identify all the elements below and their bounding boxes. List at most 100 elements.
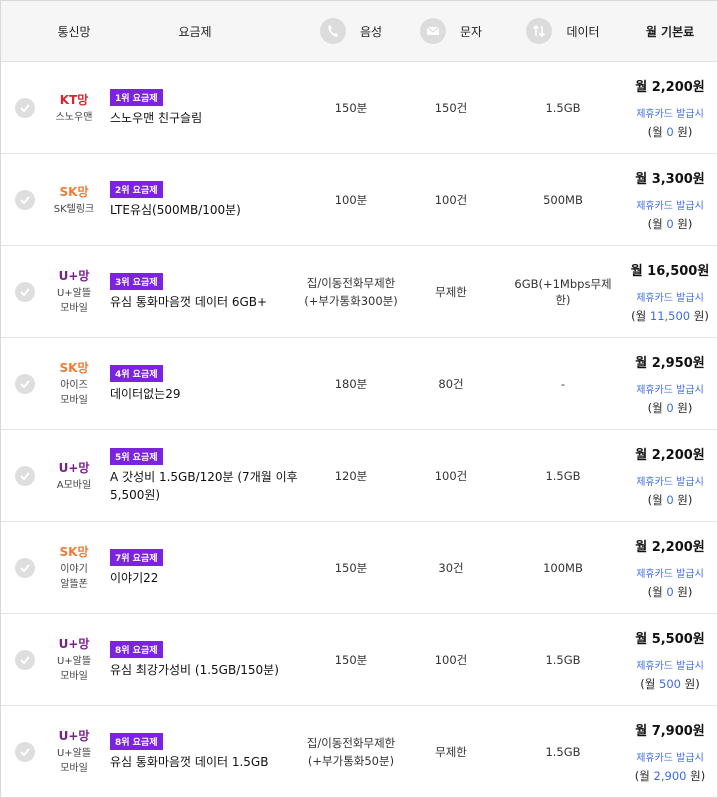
discounted-fee: (월 0 원) xyxy=(648,216,693,232)
card-discount-link[interactable]: 제휴카드 발급시 xyxy=(636,657,704,672)
plan-name[interactable]: 이야기22 xyxy=(110,569,158,587)
carrier-name: U+망 xyxy=(58,729,90,743)
carrier-cell: SK망이야기알뜰폰 xyxy=(41,522,107,613)
plan-name[interactable]: 데이터없는29 xyxy=(110,385,180,403)
discount-amount: 0 xyxy=(666,492,674,507)
data-value: 1.5GB xyxy=(545,744,581,759)
discount-prefix: (월 xyxy=(647,216,667,231)
price-cell: 월 2,200원 제휴카드 발급시 (월 0 원) xyxy=(629,522,711,613)
carrier-brand: SK텔링크 xyxy=(53,203,95,215)
discounted-fee: (월 0 원) xyxy=(648,400,693,416)
rank-badge: 2위 요금제 xyxy=(110,180,163,198)
select-checkbox-icon[interactable] xyxy=(15,98,35,118)
card-discount-link[interactable]: 제휴카드 발급시 xyxy=(636,749,704,764)
plan-name[interactable]: 유심 최강가성비 (1.5GB/150분) xyxy=(110,661,279,679)
monthly-fee: 월 5,500원 xyxy=(635,631,705,647)
carrier-brand: 스노우맨 xyxy=(55,111,93,123)
discount-suffix: 원) xyxy=(673,124,693,139)
plan-cell: 8위 요금제 유심 통화마음껏 데이터 1.5GB xyxy=(110,706,300,797)
voice-value: 120분 xyxy=(334,468,368,483)
discounted-fee: (월 0 원) xyxy=(648,584,693,600)
discount-suffix: 원) xyxy=(673,400,693,415)
discount-suffix: 원) xyxy=(673,216,693,231)
carrier-name: SK망 xyxy=(59,361,89,375)
voice-cell: 집/이동전화무제한 (+부가통화50분) xyxy=(301,706,401,797)
voice-value: 100분 xyxy=(334,192,368,207)
plan-name[interactable]: 스노우맨 친구슬림 xyxy=(110,109,202,127)
voice-value: 150분 xyxy=(334,652,368,667)
table-row[interactable]: U+망 U+알뜰 모바일 8위 요금제 유심 통화마음껏 데이터 1.5GB 집/이동전화… xyxy=(1,705,717,797)
select-checkbox-icon[interactable] xyxy=(15,742,35,762)
card-discount-link[interactable]: 제휴카드 발급시 xyxy=(636,565,704,580)
discount-prefix: (월 xyxy=(634,768,654,783)
discount-suffix: 원) xyxy=(680,676,700,691)
table-header: 통신망 요금제 음성 문자 데이터 월 기본료 xyxy=(1,1,717,61)
select-checkbox-icon[interactable] xyxy=(15,190,35,210)
table-row[interactable]: KT망 스노우맨 1위 요금제 스노우맨 친구슬림 150분 150건 1.5GB 월 2,2… xyxy=(1,61,717,153)
carrier-brand: U+알뜰 xyxy=(56,656,92,667)
discounted-fee: (월 2,900 원) xyxy=(635,768,705,784)
plan-cell: 2위 요금제 LTE유심(500MB/100분) xyxy=(110,154,300,245)
sms-value: 무제한 xyxy=(435,744,467,759)
sms-value: 100건 xyxy=(434,192,468,207)
plan-name[interactable]: 유심 통화마음껏 데이터 6GB+ xyxy=(110,293,267,311)
sms-value: 80건 xyxy=(438,376,464,391)
card-discount-link[interactable]: 제휴카드 발급시 xyxy=(636,381,704,396)
voice-value: (+부가통화300분) xyxy=(304,293,398,308)
select-checkbox-icon[interactable] xyxy=(15,374,35,394)
monthly-fee: 월 2,950원 xyxy=(635,355,705,371)
table-row[interactable]: U+망 A모바일 5위 요금제 A 갓성비 1.5GB/120분 (7개월 이후 5,5… xyxy=(1,429,717,521)
voice-cell: 120분 xyxy=(301,430,401,521)
rank-badge: 3위 요금제 xyxy=(110,272,163,290)
card-discount-link[interactable]: 제휴카드 발급시 xyxy=(636,105,704,120)
plan-name[interactable]: LTE유심(500MB/100분) xyxy=(110,201,241,219)
discounted-fee: (월 11,500 원) xyxy=(631,308,709,324)
card-discount-link[interactable]: 제휴카드 발급시 xyxy=(636,197,704,212)
voice-value: 집/이동전화무제한 xyxy=(306,735,396,750)
carrier-cell: U+망 U+알뜰 모바일 xyxy=(41,614,107,705)
carrier-cell: KT망 스노우맨 xyxy=(41,62,107,153)
select-checkbox-icon[interactable] xyxy=(15,466,35,486)
header-data: 데이터 xyxy=(513,1,613,61)
carrier-brand: 모바일 xyxy=(60,671,88,682)
select-checkbox-icon[interactable] xyxy=(15,558,35,578)
carrier-name: U+망 xyxy=(58,460,90,475)
header-data-label: 데이터 xyxy=(566,24,600,39)
header-sms: 문자 xyxy=(411,1,491,61)
discount-amount: 0 xyxy=(666,584,674,599)
data-value: 1.5GB xyxy=(545,652,581,667)
discounted-fee: (월 0 원) xyxy=(648,124,693,140)
rank-badge: 4위 요금제 xyxy=(110,364,163,382)
table-row[interactable]: SK망 아이즈 모바일 4위 요금제 데이터없는29 180분 80건 - 월 2,950원 제휴… xyxy=(1,337,717,429)
table-row[interactable]: U+망 U+알뜰 모바일 3위 요금제 유심 통화마음껏 데이터 6GB+ 집/이동전화무… xyxy=(1,245,717,337)
discount-suffix: 원) xyxy=(673,492,693,507)
data-value: - xyxy=(560,376,566,391)
carrier-brand: 알뜰폰 xyxy=(60,579,88,590)
select-checkbox-icon[interactable] xyxy=(15,650,35,670)
table-row[interactable]: SK망 이야기 알뜰폰 7위 요금제 이야기22 150분 30건 100MB 월 2,200원… xyxy=(1,521,717,613)
carrier-brand: 이야기 xyxy=(60,564,88,575)
table-row[interactable]: SK망 SK텔링크 2위 요금제 LTE유심(500MB/100분) 100분 100건 5… xyxy=(1,153,717,245)
discount-amount: 0 xyxy=(666,124,674,139)
card-discount-link[interactable]: 제휴카드 발급시 xyxy=(636,289,704,304)
phone-icon xyxy=(319,18,346,44)
sms-value: 무제한 xyxy=(435,284,467,299)
plan-name[interactable]: 5,500원) xyxy=(110,486,160,504)
plan-cell: 4위 요금제데이터없는29 xyxy=(110,338,300,429)
discount-suffix: 원) xyxy=(673,584,693,599)
voice-value: 180분 xyxy=(334,376,368,391)
card-discount-link[interactable]: 제휴카드 발급시 xyxy=(636,473,704,488)
plan-name[interactable]: 유심 통화마음껏 데이터 1.5GB xyxy=(110,753,268,771)
voice-cell: 150분 xyxy=(301,62,401,153)
rank-badge: 1위 요금제 xyxy=(110,88,163,106)
table-row[interactable]: U+망 U+알뜰 모바일 8위 요금제 유심 최강가성비 (1.5GB/150분) 150… xyxy=(1,613,717,705)
select-checkbox-icon[interactable] xyxy=(15,282,35,302)
carrier-name: SK망 xyxy=(59,545,89,559)
sms-value: 100건 xyxy=(434,468,468,483)
discount-prefix: (월 xyxy=(647,124,667,139)
rank-badge: 8위 요금제 xyxy=(110,640,163,658)
data-value: 6GB(+1Mbps무제한) xyxy=(514,276,612,307)
discount-amount: 11,500 xyxy=(649,308,691,323)
plan-name[interactable]: A 갓성비 1.5GB/120분 (7개월 이후 xyxy=(110,468,298,486)
carrier-name: U+망 xyxy=(58,269,90,283)
